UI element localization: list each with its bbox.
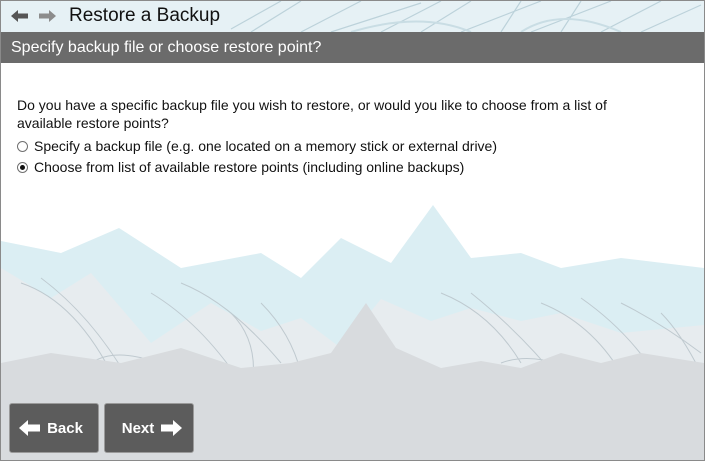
radio-specify-backup-file[interactable] bbox=[17, 140, 28, 152]
restore-question: Do you have a specific backup file you w… bbox=[17, 97, 607, 131]
content-area: Do you have a specific backup file you w… bbox=[1, 63, 704, 460]
arrow-left-icon bbox=[19, 420, 41, 436]
option-label-specify-backup-file: Specify a backup file (e.g. one located … bbox=[34, 138, 497, 154]
restore-backup-window: Restore a Backup Specify backup file or … bbox=[0, 0, 705, 461]
arrow-right-icon bbox=[161, 420, 183, 436]
back-button-label: Back bbox=[47, 419, 83, 437]
step-heading: Specify backup file or choose restore po… bbox=[1, 32, 704, 63]
back-button[interactable]: Back bbox=[9, 403, 99, 453]
radio-choose-restore-point[interactable] bbox=[17, 161, 28, 173]
arrow-left-icon[interactable] bbox=[11, 9, 29, 23]
window-title: Restore a Backup bbox=[69, 5, 221, 26]
option-specify-backup-file[interactable]: Specify a backup file (e.g. one located … bbox=[17, 137, 497, 155]
title-bar: Restore a Backup bbox=[1, 1, 704, 32]
option-choose-restore-point[interactable]: Choose from list of available restore po… bbox=[17, 158, 464, 176]
next-button-label: Next bbox=[121, 419, 155, 437]
next-button[interactable]: Next bbox=[104, 403, 194, 453]
arrow-right-icon[interactable] bbox=[38, 9, 56, 23]
option-label-choose-restore-point: Choose from list of available restore po… bbox=[34, 159, 465, 175]
